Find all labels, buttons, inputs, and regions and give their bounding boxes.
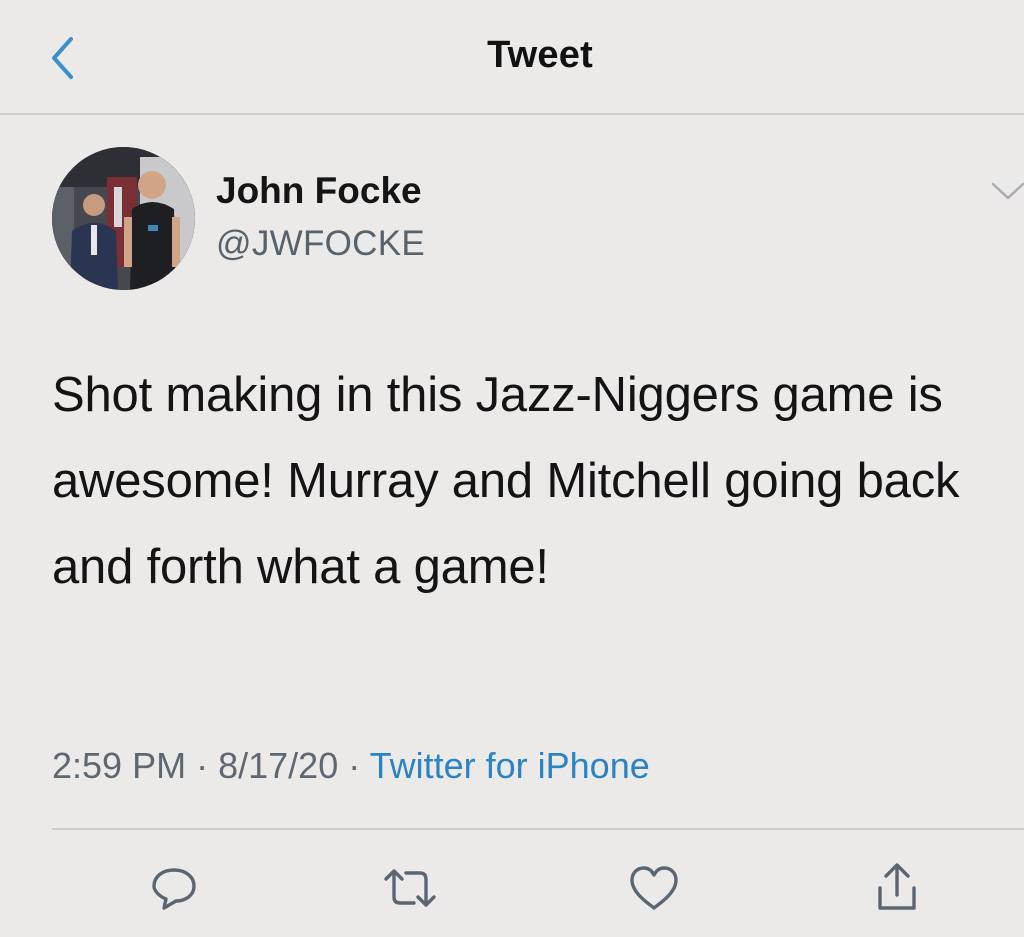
author-handle[interactable]: @JWFOCKE [216,224,425,264]
tweet-date: 8/17/20 [218,745,339,786]
tweet-meta: 2:59 PM · 8/17/20 · Twitter for iPhone [52,745,650,787]
navigation-bar: Tweet [0,0,1024,115]
divider [52,828,1024,830]
tweet-text: Shot making in this Jazz-Niggers game is… [52,368,960,594]
reply-button[interactable] [144,858,204,918]
page-title: Tweet [487,34,593,76]
meta-separator: · [348,745,361,786]
retweet-button[interactable] [380,858,440,918]
meta-separator: · [196,745,209,786]
share-button[interactable] [867,858,927,918]
tweet-detail-screen: Tweet John Focke @JWFOCKE Shot making in… [0,0,1024,937]
share-icon [878,863,916,910]
like-icon [630,866,678,910]
chevron-down-icon [991,182,1024,200]
author-name[interactable]: John Focke [216,170,422,212]
avatar[interactable] [52,147,195,290]
retweet-icon [384,869,436,907]
like-button[interactable] [624,858,684,918]
profile-photo [52,147,195,290]
more-options-button[interactable] [990,180,1024,202]
tweet-source-link[interactable]: Twitter for iPhone [370,745,650,786]
tweet-time: 2:59 PM [52,745,187,786]
reply-icon [152,868,196,910]
